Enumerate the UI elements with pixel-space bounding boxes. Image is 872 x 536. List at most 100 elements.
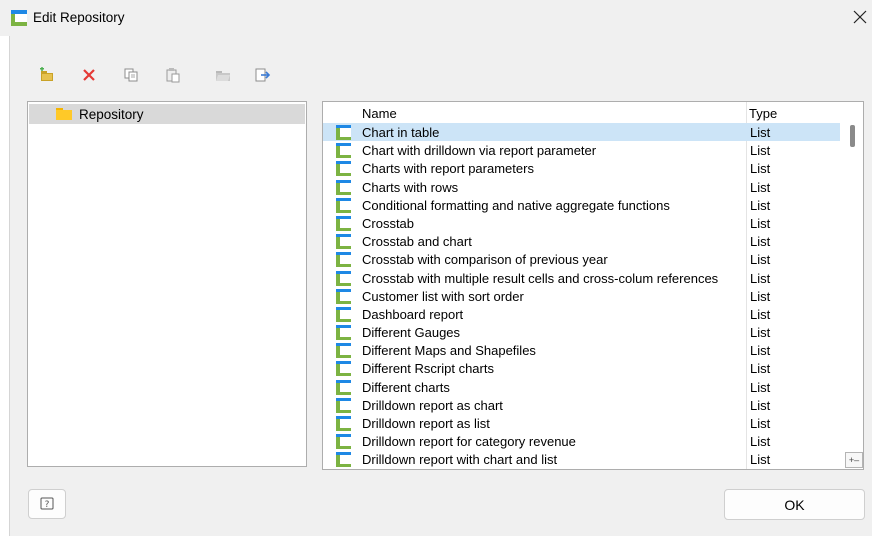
- report-icon: [336, 452, 351, 468]
- paste-icon: [166, 68, 180, 83]
- row-type: List: [750, 452, 771, 468]
- folder-icon: [56, 108, 72, 120]
- column-header-type[interactable]: Type: [749, 106, 777, 121]
- report-icon: [336, 270, 351, 286]
- copy-button[interactable]: [122, 66, 140, 84]
- report-icon: [336, 234, 351, 250]
- report-icon: [336, 379, 351, 395]
- row-name: Customer list with sort order: [362, 288, 524, 304]
- table-row[interactable]: Chart with drilldown via report paramete…: [323, 141, 840, 159]
- row-name: Crosstab with comparison of previous yea…: [362, 252, 608, 268]
- delete-icon: [83, 69, 95, 81]
- tree-item-repository[interactable]: Repository: [29, 104, 305, 124]
- scrollbar-thumb[interactable]: [850, 125, 855, 147]
- row-type: List: [750, 270, 771, 286]
- row-name: Drilldown report as chart: [362, 397, 503, 413]
- report-icon: [336, 197, 351, 213]
- report-icon: [336, 288, 351, 304]
- report-icon: [336, 325, 351, 341]
- table-row[interactable]: Crosstab and chart List: [323, 232, 840, 250]
- row-type: List: [750, 179, 771, 195]
- report-icon: [336, 343, 351, 359]
- table-row[interactable]: Crosstab with comparison of previous yea…: [323, 250, 840, 268]
- table-row[interactable]: Different Gauges List: [323, 323, 840, 341]
- report-icon: [336, 306, 351, 322]
- row-type: List: [750, 325, 771, 341]
- table-row[interactable]: Crosstab with multiple result cells and …: [323, 269, 840, 287]
- table-row[interactable]: Conditional formatting and native aggreg…: [323, 196, 840, 214]
- open-folder-button[interactable]: [214, 66, 232, 84]
- delete-button[interactable]: [80, 66, 98, 84]
- app-logo-icon: [11, 10, 27, 26]
- ok-button[interactable]: OK: [724, 489, 865, 520]
- report-icon: [336, 252, 351, 268]
- row-type: List: [750, 397, 771, 413]
- table-row[interactable]: Different Maps and Shapefiles List: [323, 341, 840, 359]
- row-name: Different Maps and Shapefiles: [362, 343, 536, 359]
- table-row[interactable]: Drilldown report as chart List: [323, 396, 840, 414]
- close-icon[interactable]: [851, 8, 869, 26]
- table-row[interactable]: Crosstab List: [323, 214, 840, 232]
- row-name: Drilldown report as list: [362, 416, 490, 431]
- export-icon: [255, 68, 271, 82]
- export-button[interactable]: [254, 66, 272, 84]
- row-type: List: [750, 288, 771, 304]
- row-name: Crosstab with multiple result cells and …: [362, 270, 719, 286]
- row-name: Crosstab and chart: [362, 234, 472, 250]
- table-row[interactable]: Customer list with sort order List: [323, 287, 840, 305]
- row-name: Charts with rows: [362, 179, 459, 195]
- row-name: Drilldown report with chart and list: [362, 452, 558, 468]
- help-button[interactable]: ?: [28, 489, 66, 519]
- table-row[interactable]: Different charts List: [323, 378, 840, 396]
- paste-button[interactable]: [164, 66, 182, 84]
- row-name: Different Gauges: [362, 325, 461, 341]
- list-rows: Chart in table List Chart with drilldown v…: [323, 123, 840, 469]
- open-folder-icon: [216, 71, 230, 81]
- row-type: List: [750, 343, 771, 359]
- row-name: Drilldown report for category revenue: [362, 434, 576, 450]
- title-bar: Edit Repository: [0, 0, 872, 36]
- table-row[interactable]: Different Rscript charts List: [323, 359, 840, 377]
- row-name: Chart with drilldown via report paramete…: [362, 143, 597, 159]
- table-row[interactable]: Charts with report parameters List: [323, 159, 840, 177]
- expand-collapse-button[interactable]: +–: [845, 452, 863, 468]
- new-folder-button[interactable]: [38, 66, 56, 84]
- table-row[interactable]: Charts with rows List: [323, 178, 840, 196]
- report-icon: [336, 416, 351, 431]
- repository-tree[interactable]: Repository: [27, 101, 307, 467]
- row-type: List: [750, 197, 771, 213]
- report-icon: [336, 143, 351, 159]
- row-type: List: [750, 434, 771, 450]
- row-type: List: [750, 416, 771, 431]
- help-icon: ?: [40, 497, 54, 510]
- report-icon: [336, 179, 351, 195]
- row-type: List: [750, 306, 771, 322]
- report-icon: [336, 361, 351, 377]
- report-icon: [336, 161, 351, 177]
- svg-text:?: ?: [45, 500, 50, 510]
- row-name: Different Rscript charts: [362, 361, 494, 377]
- table-row[interactable]: Drilldown report as list List: [323, 414, 840, 432]
- table-row[interactable]: Drilldown report with chart and list List: [323, 450, 840, 468]
- report-icon: [336, 125, 351, 140]
- report-list[interactable]: Name Type Chart in table List Chart with d…: [322, 101, 864, 470]
- window-title: Edit Repository: [33, 10, 125, 25]
- report-icon: [336, 215, 351, 231]
- row-name: Dashboard report: [362, 306, 464, 322]
- list-header: Name Type: [323, 102, 840, 122]
- row-type: List: [750, 252, 771, 268]
- row-name: Charts with report parameters: [362, 161, 534, 177]
- vertical-scrollbar[interactable]: [844, 102, 863, 469]
- table-row[interactable]: Chart in table List: [323, 123, 840, 142]
- row-type: List: [750, 161, 771, 177]
- column-header-name[interactable]: Name: [362, 106, 397, 121]
- row-type: List: [750, 125, 771, 140]
- table-row[interactable]: Dashboard report List: [323, 305, 840, 323]
- row-name: Crosstab: [362, 215, 415, 231]
- row-name: Chart in table: [362, 125, 440, 140]
- tree-item-label: Repository: [79, 106, 144, 122]
- row-type: List: [750, 143, 771, 159]
- report-icon: [336, 434, 351, 450]
- report-icon: [336, 397, 351, 413]
- table-row[interactable]: Drilldown report for category revenue Lis…: [323, 432, 840, 450]
